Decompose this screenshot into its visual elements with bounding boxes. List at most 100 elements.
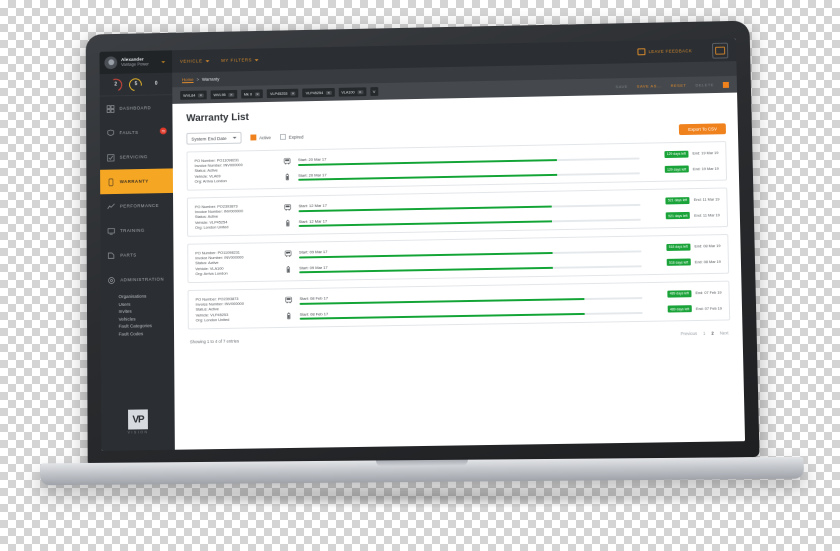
user-identity: Alexander Vantage Power [121,57,149,67]
user-profile-menu[interactable]: Alexander Vantage Power [99,50,173,75]
end-date: End: 11 Mar 19 [694,213,720,218]
days-left-badge: 129 days left [664,165,689,173]
panel-toggle-button[interactable] [711,42,729,59]
pagination-page-2[interactable]: 2 [711,331,713,336]
filter-chip-label: Mk II [243,92,252,97]
topmenu-my-filters[interactable]: MY FILTERS [221,57,260,63]
close-icon[interactable]: ✕ [290,91,296,96]
sidebar-item-servicing[interactable]: SERVICING [100,144,173,170]
filter-chip[interactable]: VLA100 ✕ [338,87,366,97]
parts-icon [107,251,115,259]
screenshot-stage: Alexander Vantage Power 2 5 0 DASHBOARD … [0,0,840,551]
checkbox-active[interactable]: Active [250,134,271,141]
pagination-previous[interactable]: Previous [681,331,697,336]
sidebar-item-label: ADMINISTRATION [120,276,165,283]
save-as-button[interactable]: SAVE AS... [637,83,662,88]
filter-chip[interactable]: V [369,87,379,96]
warranty-card-icons [284,248,293,276]
sort-select[interactable]: System End Date [186,131,242,145]
sidebar-item-dashboard[interactable]: DASHBOARD [100,95,173,121]
faults-badge: 70 [159,127,167,135]
warranty-card[interactable]: PO Number: PO2393873 Invoice Number: INV… [186,187,729,237]
filter-chip[interactable]: Mk II ✕ [240,89,264,99]
sidebar-item-training[interactable]: TRAINING [100,217,173,243]
sidebar: Alexander Vantage Power 2 5 0 DASHBOARD … [99,50,175,451]
org: Org: London United [195,316,230,323]
save-button[interactable]: SAVE [615,84,627,89]
counter-warning-value: 5 [134,81,138,88]
filter-chip[interactable]: WVL95 ✕ [210,90,237,100]
export-csv-button[interactable]: Export To CSV [679,122,726,135]
logo-mark: VP [128,409,148,430]
breadcrumb-home-link[interactable]: Home [182,77,194,82]
pagination-next[interactable]: Next [720,330,729,335]
warranty-bar-status: 518 days left End: 08 Mar 19 [646,243,721,251]
filter-chip[interactable]: VLP45254 ✕ [302,88,335,98]
progress-group: Start: 09 Mar 17 [299,259,642,274]
end-date: End: 19 Mar 19 [692,166,719,172]
days-left-badge: 521 days left [665,212,691,220]
leave-feedback-label: LEAVE FEEDBACK [648,48,693,55]
checkbox-active-label: Active [259,134,271,140]
warranty-card-meta: PO Number: PO11098231 Invoice Number: IN… [194,157,277,184]
company-name: Vantage Power [121,61,149,67]
sidebar-item-parts[interactable]: PARTS [100,242,173,268]
close-icon[interactable]: ✕ [228,92,234,97]
chevron-down-icon[interactable] [161,60,166,63]
end-date: End: 08 Mar 19 [694,259,721,265]
end-date: End: 07 Feb 19 [695,290,722,296]
flag-icon[interactable] [722,81,729,88]
laptop-mockup: Alexander Vantage Power 2 5 0 DASHBOARD … [85,20,760,467]
counter-warning[interactable]: 5 [127,75,145,94]
progress-group: Start: 20 Mar 17 [298,151,640,166]
close-icon[interactable]: ✕ [198,93,204,98]
delete-button[interactable]: DELETE [695,82,714,87]
bus-icon [284,203,293,211]
warranty-card[interactable]: PO Number: PO2393873 Invoice Number: INV… [187,280,731,330]
close-icon[interactable]: ✕ [254,91,261,96]
counter-critical[interactable]: 2 [107,76,124,93]
filter-actions: SAVE SAVE AS... RESET DELETE [615,81,729,89]
fault-icon [107,129,115,137]
sidebar-item-faults[interactable]: FAULTS 70 [100,120,173,146]
avatar [104,56,118,70]
warranty-bar-row: Start: 20 Mar 17 129 days left End: 19 M… [298,164,719,181]
chevron-down-icon [205,59,210,62]
laptop-screen: Alexander Vantage Power 2 5 0 DASHBOARD … [99,38,746,451]
chevron-down-icon [232,136,237,139]
showing-entries: Showing 1 to 4 of 7 entries [189,338,240,345]
battery-icon [284,265,293,273]
warranty-card-meta: PO Number: PO11098231 Invoice Number: IN… [195,249,278,276]
close-icon[interactable]: ✕ [357,89,363,94]
bus-icon [284,250,293,258]
warranty-card-bars: Start: 20 Mar 17 129 days left End: 19 M… [298,149,719,181]
sidebar-item-warranty[interactable]: WARRANTY [100,168,174,195]
sidebar-item-performance[interactable]: PERFORMANCE [100,193,173,219]
sidebar-item-label: WARRANTY [119,178,149,185]
warranty-card[interactable]: PO Number: PO11098231 Invoice Number: IN… [187,233,730,284]
counter-none[interactable]: 0 [150,77,163,90]
checkbox-active-box[interactable] [250,134,257,141]
breadcrumb-separator: > [196,77,200,82]
close-icon[interactable]: ✕ [326,90,332,95]
days-left-badge: 129 days left [664,150,689,158]
checkbox-expired[interactable]: Expired [279,133,304,141]
sidebar-subitem-fault-codes[interactable]: Fault Codes [119,330,174,338]
topmenu-vehicle[interactable]: VEHICLE [180,58,210,64]
pagination-page-1[interactable]: 1 [703,331,705,336]
dashboard-icon [107,105,115,113]
org: Org: Arriva London [195,270,228,276]
checkbox-expired-box[interactable] [279,133,287,141]
warranty-bar-status: 518 days left End: 08 Mar 19 [647,258,721,266]
warranty-card[interactable]: PO Number: PO11098231 Invoice Number: IN… [186,141,728,191]
performance-icon [107,202,115,210]
reset-button[interactable]: RESET [671,83,687,88]
filter-chip[interactable]: VLP45253 ✕ [267,88,299,98]
warranty-card-meta: PO Number: PO2393873 Invoice Number: INV… [196,296,279,323]
filter-chip[interactable]: WVL84 ✕ [180,90,207,100]
progress-group: Start: 08 Feb 17 [300,305,643,320]
sidebar-item-administration[interactable]: ADMINISTRATION [101,267,174,293]
leave-feedback-button[interactable]: LEAVE FEEDBACK [637,47,693,56]
sidebar-item-label: SERVICING [119,154,148,160]
warranty-card-meta: PO Number: PO2393873 Invoice Number: INV… [195,203,278,230]
